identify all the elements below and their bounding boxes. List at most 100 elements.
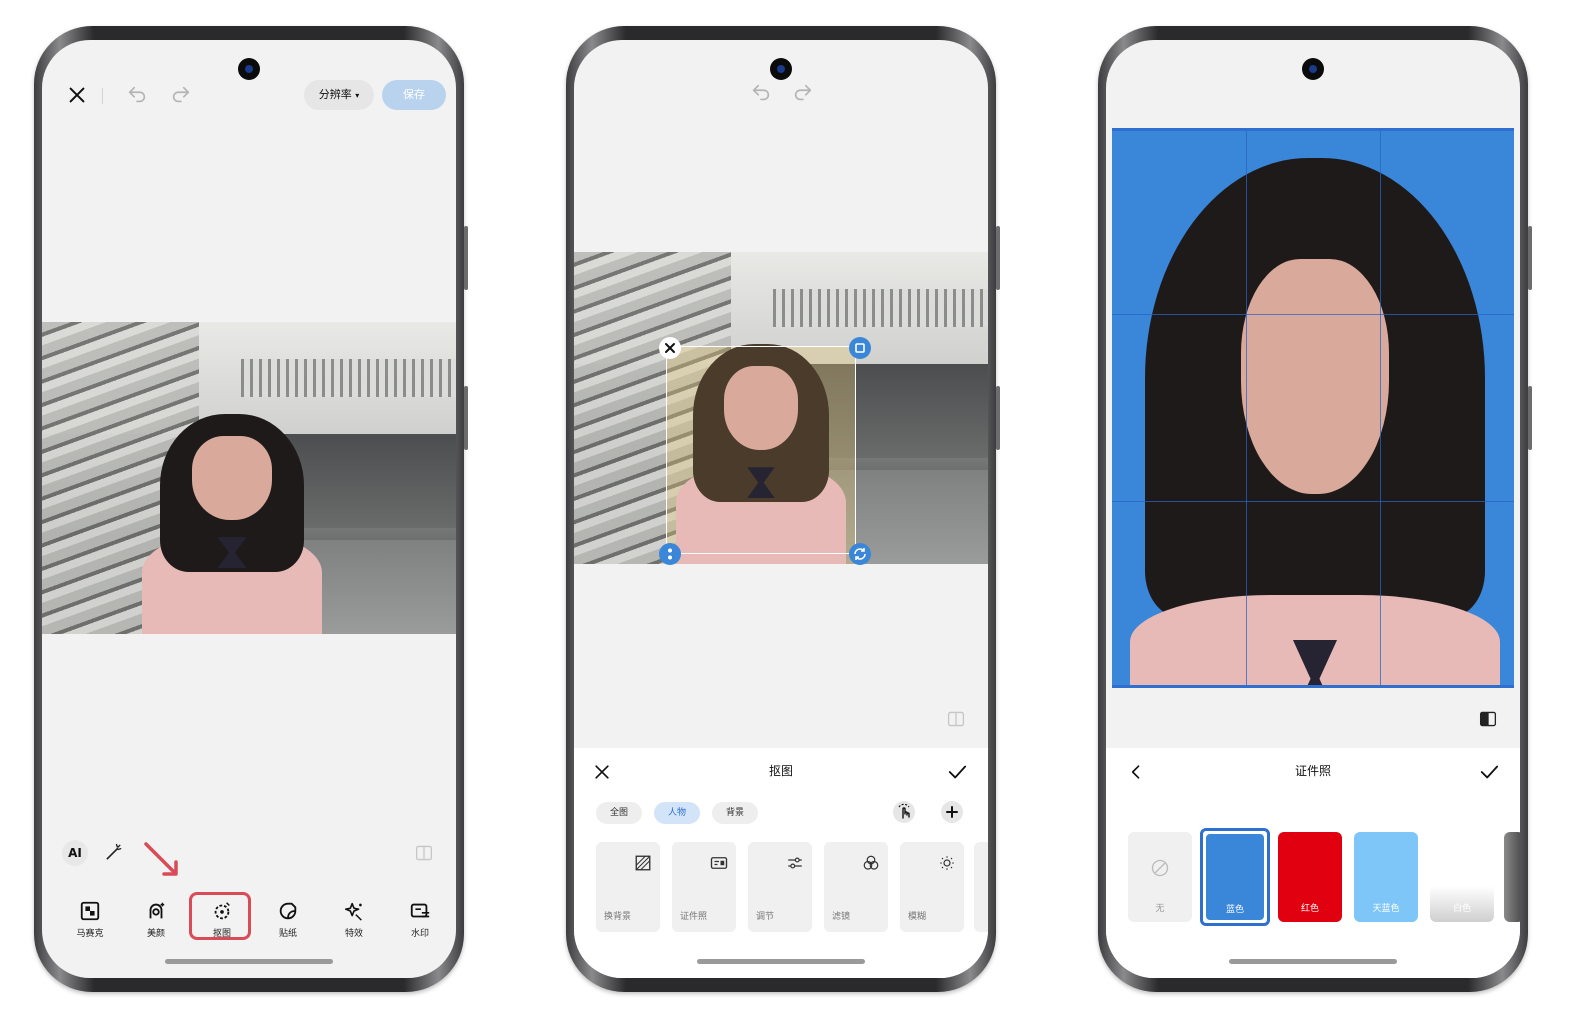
chevron-down-icon: ▾ [355,91,360,100]
rotate-icon[interactable] [848,542,872,566]
ai-button[interactable]: AI [62,840,88,866]
background-icon [634,854,652,872]
tool-watermark[interactable]: 水印 [392,900,448,939]
chip-person[interactable]: 人物 [654,802,700,824]
photo-region [772,289,988,327]
swatch-label: 天蓝色 [1372,904,1400,914]
front-camera [1302,58,1324,80]
delete-selection-icon[interactable] [658,336,682,360]
tool-label: 水印 [410,929,429,939]
swatch-label: 无 [1155,904,1165,914]
tool-label: 特效 [344,929,363,939]
arrow-pointer-icon [142,840,182,880]
tool-mosaic[interactable]: 马赛克 [62,900,118,939]
tool-label: 模糊 [908,912,927,922]
home-indicator [165,959,333,964]
photo-canvas[interactable] [42,322,456,634]
swatch-none[interactable]: 无 [1128,832,1192,922]
confirm-icon[interactable] [1478,762,1500,782]
swatch-label: 红色 [1300,904,1319,914]
side-button [1528,386,1532,450]
add-icon[interactable] [940,800,964,824]
chip-whole-image[interactable]: 全图 [596,802,642,824]
phone-frame-editor: 分辨率 ▾ 保存 AI 马赛克 美颜 抠图 贴纸 特效 水印 [34,26,468,992]
close-icon[interactable] [66,84,88,106]
grid-line [1379,128,1381,688]
confirm-icon[interactable] [946,762,968,782]
id-card-icon [710,854,728,872]
swatch-white[interactable]: 白色 [1430,832,1494,922]
duplicate-icon[interactable] [848,336,872,360]
tool-label: 滤镜 [832,912,851,922]
id-photo-screen: 证件照 无 蓝色 红色 天蓝色 白色 [1106,40,1520,978]
redo-icon[interactable] [792,82,814,104]
tool-beauty[interactable]: 美颜 [128,900,184,939]
tool-partial[interactable] [974,842,988,932]
tool-filter[interactable]: 滤镜 [824,842,888,932]
swatch-red[interactable]: 红色 [1278,832,1342,922]
tool-label: 换背景 [604,912,632,922]
watermark-icon [409,900,431,922]
crop-edge[interactable] [1112,685,1514,688]
portrait-subject [142,414,322,634]
tool-label: 调节 [756,912,775,922]
home-indicator [1229,959,1397,964]
magic-wand-icon[interactable] [104,842,124,862]
swatch-label: 白色 [1452,904,1471,914]
phone-frame-cutout: 抠图 全图 人物 背景 换背景 证件照 调节 滤镜 模糊 [566,26,1000,992]
swatch-label: 蓝色 [1225,905,1244,915]
side-button [996,386,1000,450]
selection-box[interactable] [666,346,856,554]
mosaic-icon [79,900,101,922]
id-photo-canvas[interactable] [1112,128,1514,688]
photo-canvas[interactable] [574,252,988,564]
highlight-box [189,892,251,940]
compare-icon[interactable] [414,844,434,862]
divider [102,88,103,104]
grid-line [1112,500,1514,502]
home-indicator [697,959,865,964]
grid-line [1245,128,1247,688]
grid-line [1112,314,1514,316]
compare-icon[interactable] [1478,710,1498,728]
chip-background[interactable]: 背景 [712,802,758,824]
no-color-icon [1150,858,1170,878]
panel-title: 抠图 [768,764,793,778]
resolution-button[interactable]: 分辨率 ▾ [304,80,374,110]
panel-title: 证件照 [1294,764,1331,778]
swatch-partial[interactable] [1504,832,1520,922]
effects-icon [343,900,365,922]
resolution-label: 分辨率 [318,88,352,101]
swatch-sky-blue[interactable]: 天蓝色 [1354,832,1418,922]
portrait-subject [1130,158,1500,688]
swatch-blue[interactable]: 蓝色 [1200,828,1270,926]
undo-icon[interactable] [750,82,772,104]
compare-icon[interactable] [946,710,966,728]
more-options-icon[interactable] [658,542,682,566]
tool-effects[interactable]: 特效 [326,900,382,939]
tool-label: 美颜 [146,929,165,939]
undo-icon[interactable] [126,84,148,106]
tool-adjust[interactable]: 调节 [748,842,812,932]
beauty-icon [145,900,167,922]
side-button [464,386,468,450]
tool-sticker[interactable]: 贴纸 [260,900,316,939]
phone-frame-id-photo: 证件照 无 蓝色 红色 天蓝色 白色 [1098,26,1532,992]
tool-id-photo[interactable]: 证件照 [672,842,736,932]
sliders-icon [786,854,804,872]
tool-label: 马赛克 [76,929,104,939]
photo-region [240,359,456,397]
front-camera [238,58,260,80]
cutout-panel: 抠图 全图 人物 背景 换背景 证件照 调节 滤镜 模糊 [574,748,988,978]
tool-label: 贴纸 [278,929,297,939]
crop-edge[interactable] [1112,128,1514,131]
sticker-icon [277,900,299,922]
save-button[interactable]: 保存 [382,80,446,110]
touch-select-icon[interactable] [892,800,916,824]
tool-blur[interactable]: 模糊 [900,842,964,932]
redo-icon[interactable] [170,84,192,106]
blur-icon [938,854,956,872]
tool-change-background[interactable]: 换背景 [596,842,660,932]
front-camera [770,58,792,80]
cutout-screen: 抠图 全图 人物 背景 换背景 证件照 调节 滤镜 模糊 [574,40,988,978]
